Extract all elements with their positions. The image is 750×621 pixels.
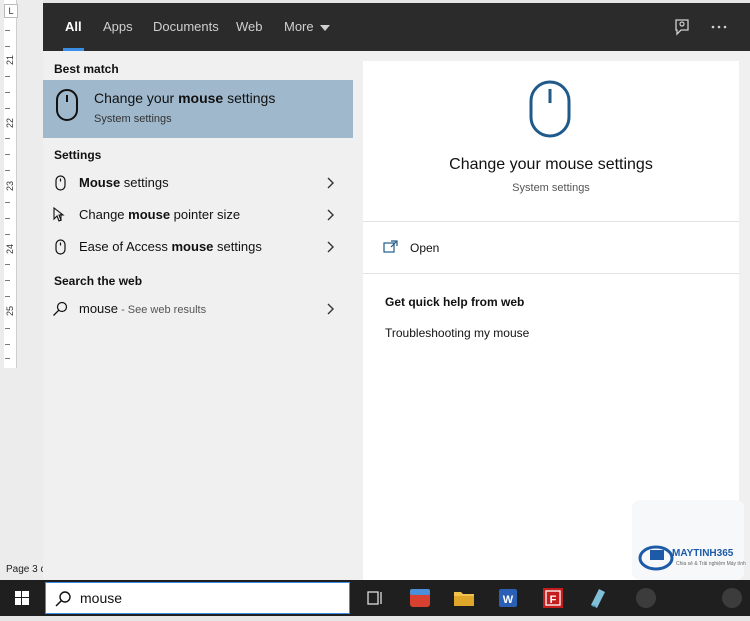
- watermark-card: [632, 500, 744, 580]
- preview-subtitle: System settings: [512, 182, 590, 194]
- best-match-heading: Best match: [54, 62, 119, 76]
- mouse-icon: [52, 175, 68, 191]
- page-indicator: Page 3 c: [6, 564, 46, 575]
- feedback-icon[interactable]: [672, 17, 692, 37]
- app-red-icon[interactable]: [407, 585, 433, 611]
- open-label: Open: [410, 241, 440, 255]
- tab-label: All: [65, 19, 82, 34]
- search-input[interactable]: [80, 589, 330, 607]
- taskbar-search-box[interactable]: [45, 582, 350, 614]
- settings-item-pointer-size[interactable]: Change mouse pointer size: [43, 199, 353, 231]
- pointer-icon: [52, 206, 68, 223]
- windows-logo-icon: [15, 591, 29, 605]
- tab-all[interactable]: All: [63, 3, 84, 51]
- web-result-hint: - See web results: [118, 304, 207, 316]
- divider: [363, 221, 739, 222]
- task-view-icon[interactable]: [362, 585, 388, 611]
- svg-text:W: W: [503, 594, 514, 606]
- results-list: Best match Change your mouse settings Sy…: [43, 51, 353, 580]
- watermark-brand: MAYTINH365: [672, 548, 734, 559]
- settings-item-label: Ease of Access mouse settings: [79, 239, 262, 254]
- vertical-ruler: 21 22 23 24 25: [4, 0, 17, 368]
- word-icon[interactable]: W: [495, 585, 521, 611]
- best-match-item[interactable]: Change your mouse settings System settin…: [43, 80, 353, 138]
- chevron-right-icon: [327, 240, 335, 253]
- tab-label: Web: [236, 19, 263, 34]
- chevron-right-icon: [327, 208, 335, 221]
- chevron-right-icon: [327, 302, 335, 315]
- settings-item-label: Change mouse pointer size: [79, 207, 241, 222]
- tab-label: Apps: [103, 19, 133, 34]
- open-icon: [383, 240, 399, 254]
- web-result-label: mouse - See web results: [79, 301, 207, 316]
- tab-label: Documents: [153, 19, 219, 34]
- ruler-number: 23: [5, 181, 15, 192]
- app-notepad-icon[interactable]: [585, 585, 611, 611]
- svg-text:F: F: [550, 594, 557, 606]
- file-explorer-icon[interactable]: [451, 585, 477, 611]
- preview-title: Change your mouse settings: [449, 156, 653, 173]
- app-flash-icon[interactable]: F: [540, 585, 566, 611]
- settings-item-label: Mouse settings: [79, 175, 169, 190]
- search-panel: All Apps Documents Web More Best match C…: [43, 3, 750, 580]
- search-icon: [54, 590, 72, 608]
- tab-more[interactable]: More: [284, 3, 330, 51]
- best-match-subtitle: System settings: [94, 113, 172, 125]
- watermark-tagline: Chia sẻ & Trải nghiệm Máy tính: [676, 561, 746, 567]
- start-button[interactable]: [0, 580, 44, 616]
- search-filter-bar: All Apps Documents Web More: [43, 3, 750, 51]
- best-match-title: Change your mouse settings: [94, 90, 276, 106]
- ruler-number: 24: [5, 244, 15, 255]
- tray-app-icon[interactable]: [636, 588, 656, 608]
- mouse-icon: [52, 239, 68, 255]
- divider: [363, 273, 739, 274]
- ruler-number: 21: [5, 55, 15, 66]
- quick-help-link[interactable]: Troubleshooting my mouse: [385, 326, 529, 340]
- settings-heading: Settings: [54, 148, 102, 162]
- settings-item-ease-of-access-mouse[interactable]: Ease of Access mouse settings: [43, 231, 353, 263]
- mouse-icon: [55, 88, 79, 122]
- chevron-right-icon: [327, 176, 335, 189]
- chevron-down-icon: [319, 24, 330, 31]
- mouse-icon: [528, 79, 572, 139]
- tab-selector[interactable]: L: [4, 4, 18, 18]
- quick-help-heading: Get quick help from web: [385, 295, 525, 309]
- ruler-number: 25: [5, 306, 15, 317]
- settings-item-mouse[interactable]: Mouse settings: [43, 167, 353, 199]
- tab-apps[interactable]: Apps: [103, 3, 133, 51]
- search-icon: [52, 301, 68, 317]
- tab-label: More: [284, 19, 314, 34]
- ruler-number: 22: [5, 118, 15, 129]
- web-result-item[interactable]: mouse - See web results: [43, 293, 353, 325]
- ellipsis-icon[interactable]: [709, 17, 729, 37]
- tab-web[interactable]: Web: [236, 3, 263, 51]
- search-web-heading: Search the web: [54, 274, 143, 288]
- open-action[interactable]: Open: [383, 239, 583, 261]
- tab-documents[interactable]: Documents: [153, 3, 219, 51]
- tray-app-icon[interactable]: [722, 588, 742, 608]
